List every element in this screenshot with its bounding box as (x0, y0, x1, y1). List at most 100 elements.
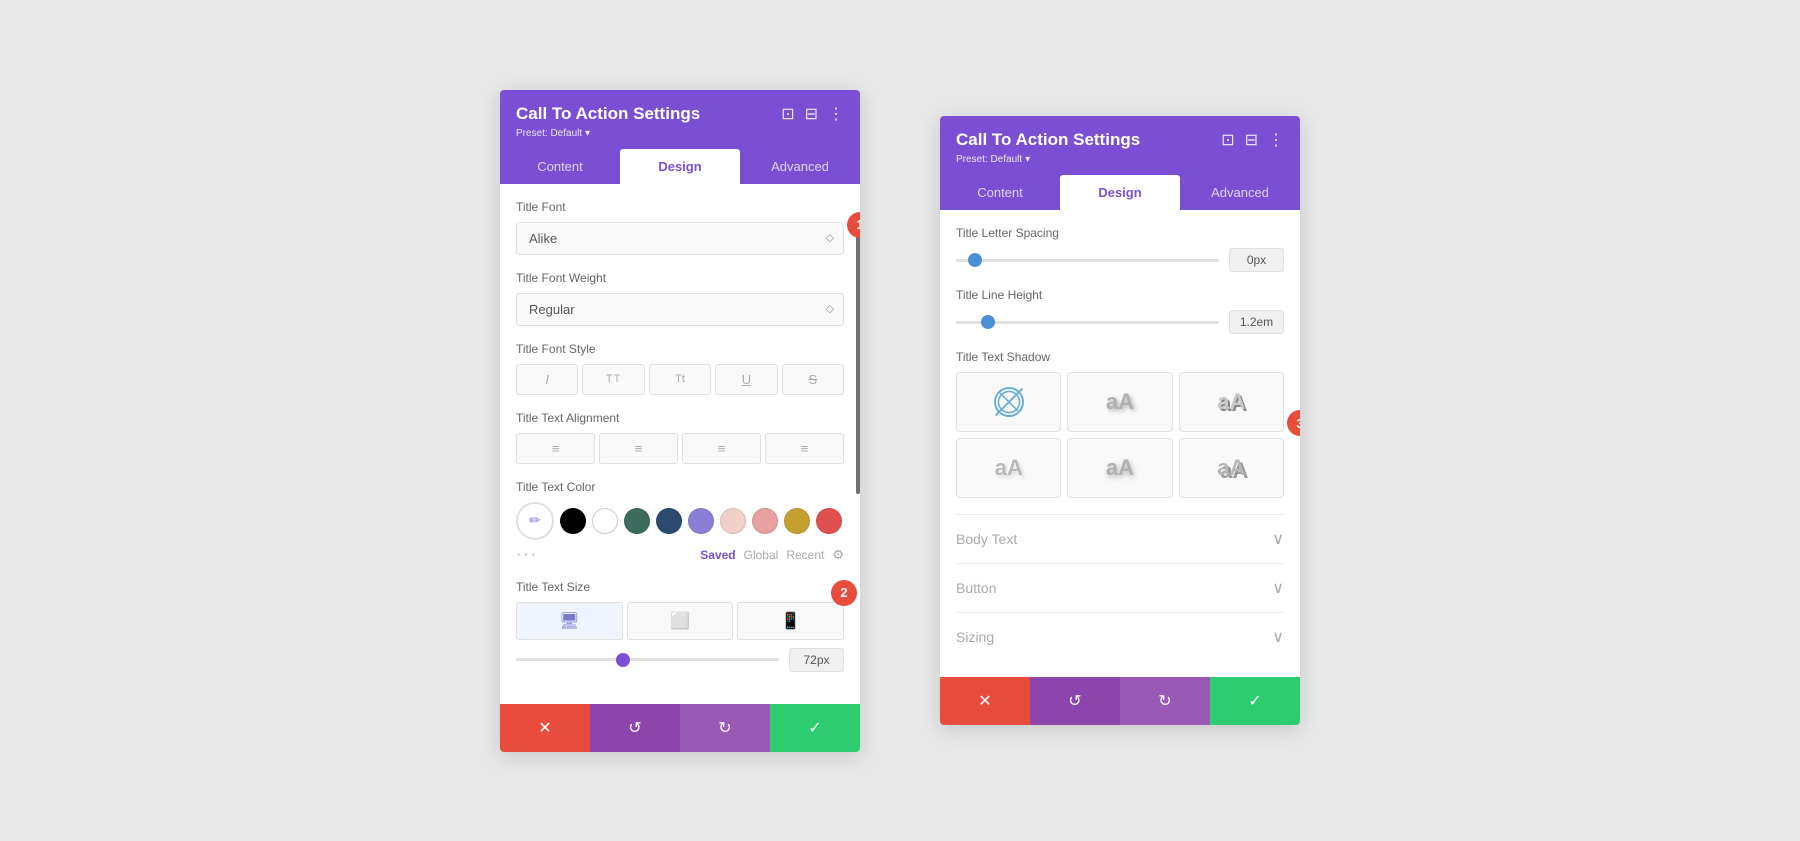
line-height-slider-container (956, 312, 1219, 332)
color-red[interactable] (816, 508, 842, 534)
tab-design-left[interactable]: Design (620, 149, 740, 184)
tab-advanced-left[interactable]: Advanced (740, 149, 860, 184)
color-picker-btn[interactable]: ✏ (516, 502, 554, 540)
line-height-slider-row: 1.2em (956, 310, 1284, 334)
more-icon-right[interactable]: ⋮ (1268, 130, 1284, 150)
cancel-button-left[interactable]: ✕ (500, 704, 590, 752)
title-font-select-wrapper[interactable]: Alike (516, 222, 844, 255)
left-panel-header-icons: ⊡ ⊟ ⋮ (781, 104, 844, 124)
tab-content-left[interactable]: Content (500, 149, 620, 184)
right-panel-header-icons: ⊡ ⊟ ⋮ (1221, 130, 1284, 150)
tab-design-right[interactable]: Design (1060, 175, 1180, 210)
size-slider[interactable] (516, 658, 779, 661)
color-teal[interactable] (624, 508, 650, 534)
shadow-option-5[interactable]: aA (1179, 438, 1284, 498)
title-line-height-section: Title Line Height 1.2em (956, 288, 1284, 334)
size-value[interactable]: 72px (789, 648, 844, 672)
tablet-btn[interactable]: ⬜ (627, 602, 734, 640)
color-navy[interactable] (656, 508, 682, 534)
title-text-shadow-label: Title Text Shadow (956, 350, 1284, 364)
title-font-style-label: Title Font Style (516, 342, 844, 356)
right-panel-preset: Preset: Default ▾ (956, 154, 1284, 165)
uppercase-btn[interactable]: TT (582, 364, 644, 395)
title-font-select[interactable]: Alike (516, 222, 844, 255)
title-text-alignment-buttons: ≡ ≡ ≡ ≡ (516, 433, 844, 464)
tab-content-right[interactable]: Content (940, 175, 1060, 210)
device-buttons: 🖥 ⬜ 📱 (516, 602, 844, 640)
shadow-option-2[interactable]: aA (1179, 372, 1284, 432)
mobile-btn[interactable]: 📱 (737, 602, 844, 640)
title-font-weight-label: Title Font Weight (516, 271, 844, 285)
color-peach[interactable] (720, 508, 746, 534)
shadow-grid: aA aA aA aA aA (956, 372, 1284, 498)
color-white[interactable] (592, 508, 618, 534)
button-chevron-icon: ∨ (1272, 578, 1284, 598)
preset-chevron-icon: ▾ (585, 128, 590, 139)
title-text-size-section: Title Text Size 2 🖥 ⬜ 📱 72px (516, 580, 844, 672)
title-text-color-section: Title Text Color ✏ ··· Saved Global Rece… (516, 480, 844, 564)
redo-button-left[interactable]: ↻ (680, 704, 770, 752)
title-font-weight-select[interactable]: Regular (516, 293, 844, 326)
save-button-right[interactable]: ✓ (1210, 677, 1300, 725)
recent-tab[interactable]: Recent (786, 548, 824, 562)
size-slider-row: 72px (516, 648, 844, 672)
gear-icon[interactable]: ⚙ (832, 547, 844, 563)
shadow-option-4[interactable]: aA (1067, 438, 1172, 498)
title-letter-spacing-section: Title Letter Spacing 0px (956, 226, 1284, 272)
columns-icon-right[interactable]: ⊟ (1245, 130, 1258, 150)
title-font-section: Title Font Alike (516, 200, 844, 255)
cancel-button-right[interactable]: ✕ (940, 677, 1030, 725)
redo-button-right[interactable]: ↻ (1120, 677, 1210, 725)
title-text-shadow-section: Title Text Shadow aA aA (956, 350, 1284, 498)
color-pink[interactable] (752, 508, 778, 534)
align-justify-btn[interactable]: ≡ (765, 433, 844, 464)
underline-btn[interactable]: U (715, 364, 777, 395)
button-label: Button (956, 580, 996, 596)
color-lavender[interactable] (688, 508, 714, 534)
shadow-option-1[interactable]: aA (1067, 372, 1172, 432)
body-text-chevron-icon: ∨ (1272, 529, 1284, 549)
align-right-btn[interactable]: ≡ (682, 433, 761, 464)
shadow-option-3[interactable]: aA (956, 438, 1061, 498)
reset-button-right[interactable]: ↺ (1030, 677, 1120, 725)
capitalize-btn[interactable]: Tt (649, 364, 711, 395)
color-swatches-row: ✏ (516, 502, 844, 540)
color-black[interactable] (560, 508, 586, 534)
scrollbar[interactable] (856, 234, 860, 494)
line-height-slider[interactable] (956, 321, 1219, 324)
strikethrough-btn[interactable]: S (782, 364, 844, 395)
desktop-btn[interactable]: 🖥 (516, 602, 623, 640)
saved-tab[interactable]: Saved (700, 548, 735, 562)
letter-spacing-slider[interactable] (956, 259, 1219, 262)
save-button-left[interactable]: ✓ (770, 704, 860, 752)
sizing-chevron-icon: ∨ (1272, 627, 1284, 647)
left-panel-preset: Preset: Default ▾ (516, 128, 844, 139)
global-tab[interactable]: Global (744, 548, 779, 562)
more-icon[interactable]: ⋮ (828, 104, 844, 124)
color-tabs: Saved Global Recent ⚙ (700, 547, 844, 563)
align-center-btn[interactable]: ≡ (599, 433, 678, 464)
sizing-section[interactable]: Sizing ∨ (956, 612, 1284, 661)
letter-spacing-value[interactable]: 0px (1229, 248, 1284, 272)
reset-button-left[interactable]: ↺ (590, 704, 680, 752)
columns-icon[interactable]: ⊟ (805, 104, 818, 124)
title-font-style-section: Title Font Style I TT Tt U S (516, 342, 844, 395)
shadow-text-3: aA (995, 455, 1023, 481)
italic-btn[interactable]: I (516, 364, 578, 395)
tab-advanced-right[interactable]: Advanced (1180, 175, 1300, 210)
align-left-btn[interactable]: ≡ (516, 433, 595, 464)
color-gold[interactable] (784, 508, 810, 534)
shadow-none[interactable] (956, 372, 1061, 432)
button-section[interactable]: Button ∨ (956, 563, 1284, 612)
title-font-style-buttons: I TT Tt U S (516, 364, 844, 395)
right-panel-title: Call To Action Settings (956, 130, 1140, 150)
no-shadow-icon (994, 387, 1024, 417)
focus-icon[interactable]: ⊡ (781, 104, 794, 124)
body-text-section[interactable]: Body Text ∨ (956, 514, 1284, 563)
title-text-alignment-section: Title Text Alignment ≡ ≡ ≡ ≡ (516, 411, 844, 464)
line-height-value[interactable]: 1.2em (1229, 310, 1284, 334)
more-dots[interactable]: ··· (516, 546, 538, 564)
title-line-height-label: Title Line Height (956, 288, 1284, 302)
title-font-weight-select-wrapper[interactable]: Regular (516, 293, 844, 326)
focus-icon-right[interactable]: ⊡ (1221, 130, 1234, 150)
